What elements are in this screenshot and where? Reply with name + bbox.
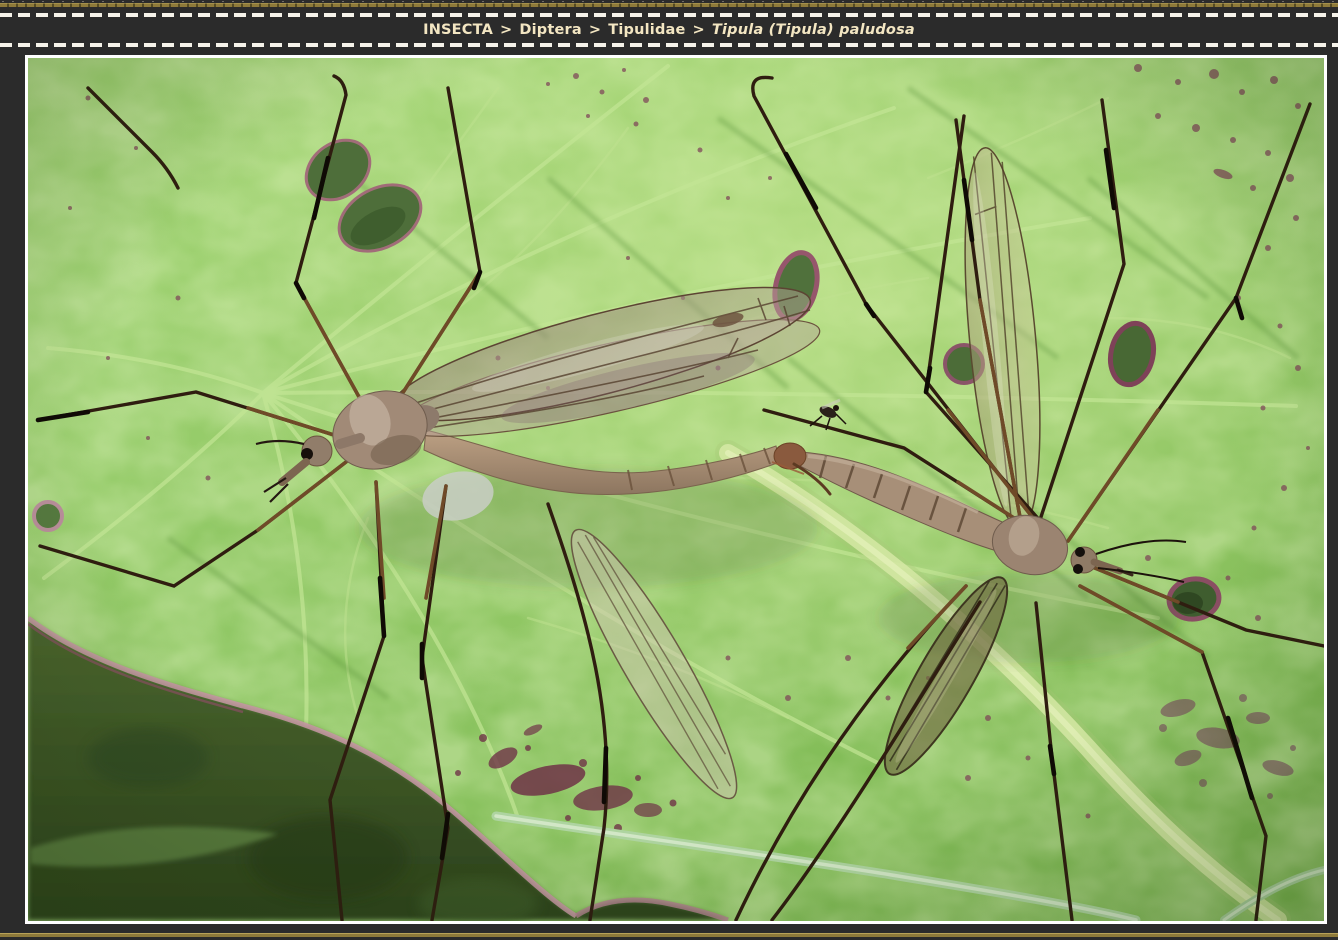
photo-frame [25, 55, 1327, 924]
vignette [28, 58, 1324, 921]
breadcrumb-separator: > [589, 22, 601, 38]
dashed-rule-top [0, 13, 1338, 17]
dashed-rule-bottom [0, 43, 1338, 47]
breadcrumb-item-tipulidae[interactable]: Tipulidae [608, 22, 685, 38]
breadcrumb: INSECTA > Diptera > Tipulidae > Tipula (… [0, 19, 1338, 41]
breadcrumb-item-insecta[interactable]: INSECTA [423, 22, 493, 38]
breadcrumb-separator: > [500, 22, 512, 38]
specimen-photo [28, 58, 1324, 921]
bottom-gold-rule [0, 933, 1338, 937]
breadcrumb-separator: > [693, 22, 705, 38]
breadcrumb-item-species[interactable]: Tipula (Tipula) paludosa [712, 22, 915, 38]
top-gold-rule [0, 3, 1338, 7]
breadcrumb-item-diptera[interactable]: Diptera [519, 22, 582, 38]
